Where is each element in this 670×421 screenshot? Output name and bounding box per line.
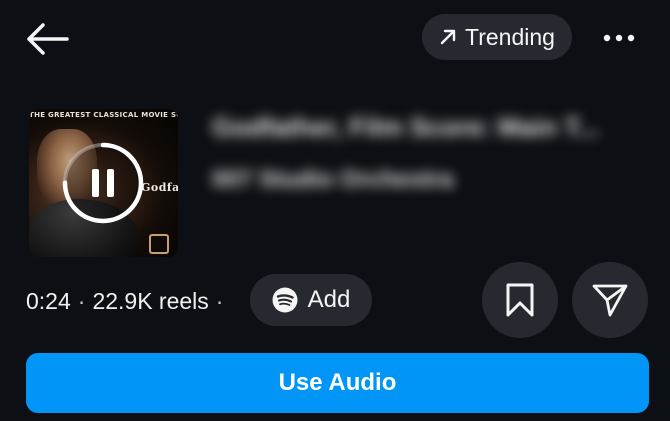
pause-button[interactable]: [60, 140, 146, 226]
more-horizontal-icon: [603, 34, 635, 42]
spotify-icon: [272, 287, 298, 313]
add-label: Add: [307, 286, 351, 313]
arrow-left-icon: [27, 23, 69, 55]
more-options-button[interactable]: [596, 20, 642, 56]
use-audio-button[interactable]: Use Audio: [26, 353, 649, 413]
send-icon: [592, 284, 628, 317]
cover-title-text: THE GREATEST CLASSICAL MOVIE SOUNDTRACKS: [29, 111, 178, 119]
track-title: Godfather, Film Score: Main T...: [212, 112, 600, 142]
back-button[interactable]: [22, 18, 72, 60]
add-to-spotify-button[interactable]: Add: [250, 274, 372, 326]
trending-label: Trending: [465, 23, 555, 50]
reels-count[interactable]: 22.9K reels: [92, 288, 208, 315]
save-audio-button[interactable]: [482, 262, 558, 338]
bookmark-icon: [506, 283, 534, 317]
share-audio-button[interactable]: [572, 262, 648, 338]
track-duration: 0:24: [26, 287, 71, 314]
meta-separator: ·: [77, 287, 86, 314]
cover-logo-text: Godfather: [141, 181, 178, 194]
cover-emblem: [149, 234, 169, 254]
arrow-up-right-icon: [439, 28, 457, 46]
artist-name: 007 Studio Orchestra: [212, 166, 454, 193]
meta-separator: ·: [215, 287, 224, 314]
trending-chip[interactable]: Trending: [422, 14, 572, 60]
track-meta: 0:24 · 22.9K reels ·: [26, 286, 230, 316]
